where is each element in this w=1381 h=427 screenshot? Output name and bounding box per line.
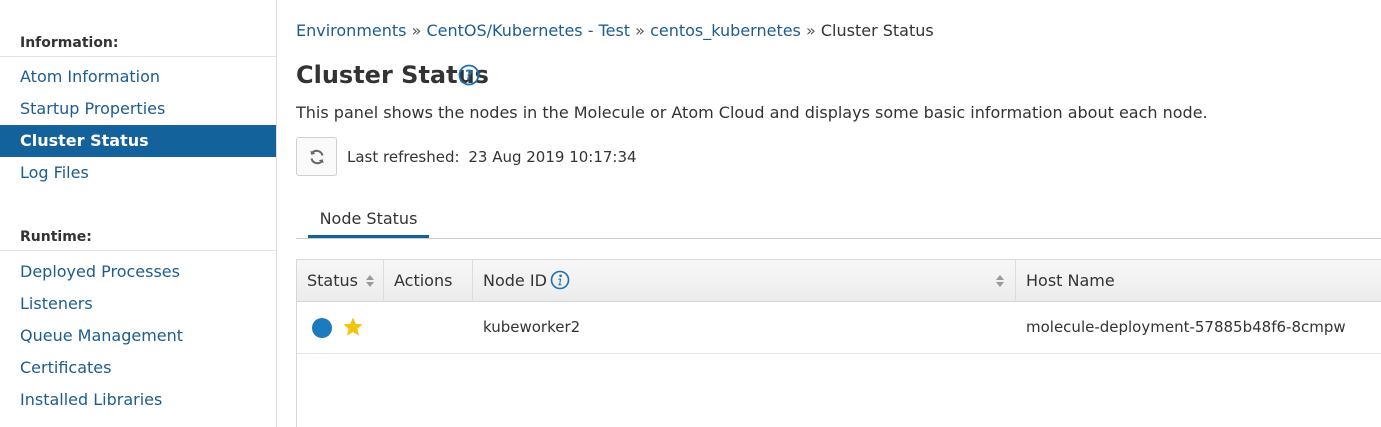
breadcrumb: Environments » CentOS/Kubernetes - Test … — [296, 21, 934, 40]
breadcrumb-link-atom[interactable]: centos_kubernetes — [650, 21, 801, 40]
tab-strip-divider — [296, 238, 1381, 239]
main-content: Environments » CentOS/Kubernetes - Test … — [296, 0, 1381, 427]
sidebar-heading-runtime: Runtime: — [0, 224, 276, 251]
refresh-button[interactable] — [296, 137, 337, 176]
svg-text:?: ? — [465, 69, 473, 84]
column-header-actions: Actions — [384, 260, 473, 302]
last-refreshed: Last refreshed: 23 Aug 2019 10:17:34 — [347, 148, 637, 166]
table-header: Status Actions Node ID Host Name — [297, 260, 1381, 302]
breadcrumb-current: Cluster Status — [820, 21, 934, 40]
sort-icon[interactable] — [995, 274, 1005, 288]
refresh-icon — [309, 149, 324, 164]
sidebar-item-log-files[interactable]: Log Files — [0, 157, 276, 189]
column-header-label: Node ID — [483, 271, 547, 290]
breadcrumb-separator: » — [635, 21, 645, 40]
sidebar-item-startup-properties[interactable]: Startup Properties — [0, 93, 276, 125]
breadcrumb-separator: » — [411, 21, 422, 40]
page-description: This panel shows the nodes in the Molecu… — [296, 103, 1208, 122]
sidebar-heading-information: Information: — [0, 30, 276, 57]
tab-node-status[interactable]: Node Status — [308, 204, 429, 238]
sort-icon[interactable] — [365, 274, 375, 288]
column-header-label: Status — [307, 271, 358, 290]
column-header-label: Actions — [394, 271, 453, 290]
sidebar-item-certificates[interactable]: Certificates — [0, 352, 276, 384]
node-status-table: Status Actions Node ID Host Name kubewor… — [296, 259, 1381, 427]
last-refreshed-value: 23 Aug 2019 10:17:34 — [468, 148, 637, 166]
cell-node-id: kubeworker2 — [483, 318, 581, 336]
sidebar: Information: Atom Information Startup Pr… — [0, 0, 277, 427]
column-header-host-name: Host Name — [1016, 260, 1381, 302]
sidebar-item-cluster-status[interactable]: Cluster Status — [0, 125, 276, 157]
info-circle-icon[interactable] — [550, 270, 570, 290]
cell-host-name: molecule-deployment-57885b48f6-8cmpw — [1026, 318, 1346, 336]
sidebar-item-atom-information[interactable]: Atom Information — [0, 61, 276, 93]
star-icon — [343, 317, 363, 336]
question-circle-icon[interactable]: ? — [458, 64, 480, 86]
breadcrumb-link-environment[interactable]: CentOS/Kubernetes - Test — [426, 21, 630, 40]
sidebar-item-installed-libraries[interactable]: Installed Libraries — [0, 384, 276, 416]
breadcrumb-separator: » — [805, 21, 816, 40]
sidebar-item-deployed-processes[interactable]: Deployed Processes — [0, 256, 276, 288]
breadcrumb-link-environments[interactable]: Environments — [296, 21, 407, 40]
last-refreshed-label: Last refreshed: — [347, 148, 460, 166]
sidebar-item-queue-management[interactable]: Queue Management — [0, 320, 276, 352]
sidebar-item-listeners[interactable]: Listeners — [0, 288, 276, 320]
table-row[interactable]: kubeworker2 molecule-deployment-57885b48… — [297, 302, 1381, 354]
column-header-label: Host Name — [1026, 271, 1115, 290]
status-dot-icon — [312, 318, 332, 338]
